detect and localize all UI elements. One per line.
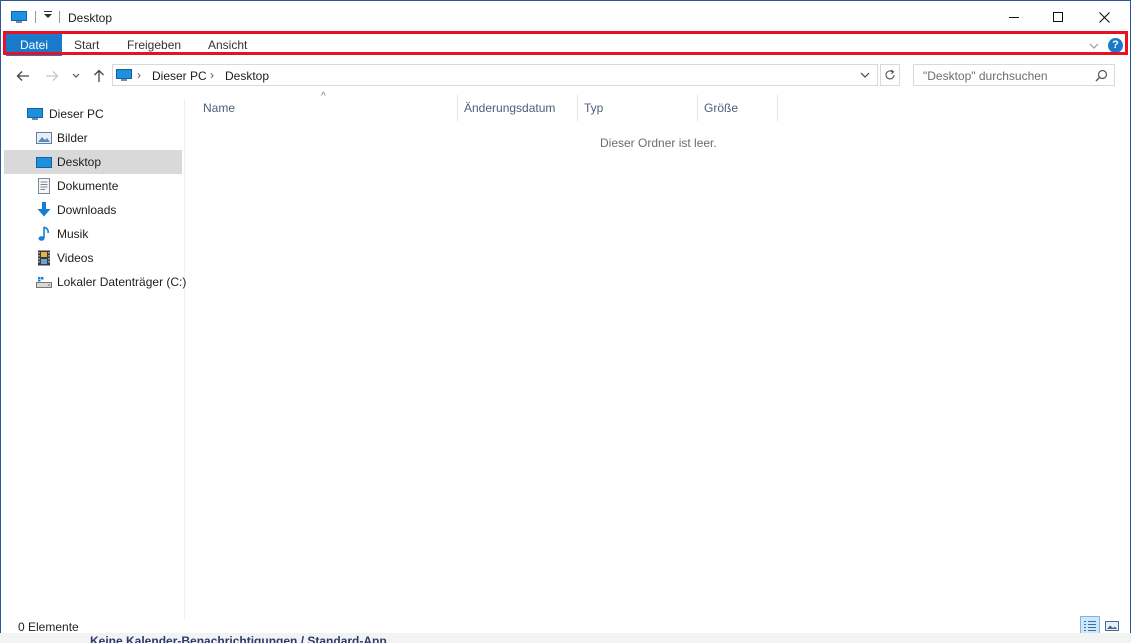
tab-freigeben[interactable]: Freigeben (127, 34, 181, 56)
title-separator (59, 11, 60, 23)
search-placeholder: "Desktop" durchsuchen (923, 69, 1048, 83)
pc-icon[interactable] (11, 11, 27, 23)
column-divider[interactable] (697, 95, 698, 121)
forward-arrow-icon (46, 71, 59, 81)
file-list-area[interactable] (185, 93, 1129, 619)
column-divider[interactable] (777, 95, 778, 121)
details-view-icon (1084, 621, 1096, 631)
tab-start[interactable]: Start (74, 34, 99, 56)
refresh-icon (885, 69, 895, 80)
quick-access-separator (35, 11, 36, 23)
breadcrumb-dieser-pc[interactable]: Dieser PC (152, 69, 207, 83)
search-input[interactable]: "Desktop" durchsuchen (913, 64, 1115, 86)
close-icon (1098, 11, 1110, 23)
sidebar-item-label: Dieser PC (49, 107, 104, 121)
column-header-name[interactable]: Name (203, 101, 235, 115)
address-bar[interactable]: › Dieser PC › Desktop (112, 64, 878, 86)
sort-ascending-icon: ^ (321, 91, 326, 102)
sidebar-item-videos[interactable]: Videos (4, 246, 182, 270)
sidebar-item-lokaler-datentraeger[interactable]: Lokaler Datenträger (C:) (4, 270, 186, 294)
sidebar-item-label: Bilder (57, 131, 88, 145)
downloads-icon (37, 202, 51, 217)
sidebar-item-bilder[interactable]: Bilder (4, 126, 182, 150)
breadcrumb-desktop[interactable]: Desktop (225, 69, 269, 83)
chevron-down-icon (72, 73, 80, 78)
pictures-icon (36, 132, 52, 144)
column-header-size[interactable]: Größe (704, 101, 738, 115)
address-history-dropdown-icon[interactable] (858, 68, 872, 82)
sidebar-item-label: Dokumente (57, 179, 119, 193)
navigation-pane: Dieser PC Bilder Desktop Dokumente Downl… (2, 99, 186, 619)
background-text: Keine Kalender-Benachrichtigungen / Stan… (90, 634, 387, 643)
close-button[interactable] (1081, 1, 1127, 33)
minimize-button[interactable] (991, 1, 1037, 33)
forward-button[interactable] (43, 68, 61, 84)
back-arrow-icon (16, 71, 29, 81)
window-title: Desktop (68, 11, 113, 25)
expand-ribbon-chevron-icon[interactable] (1087, 39, 1101, 53)
background-window-strip: Keine Kalender-Benachrichtigungen / Stan… (0, 633, 1131, 643)
sidebar-item-label: Videos (57, 251, 94, 265)
sidebar-item-musik[interactable]: Musik (4, 222, 182, 246)
pc-icon (116, 69, 132, 81)
empty-folder-message: Dieser Ordner ist leer. (600, 136, 717, 150)
back-button[interactable] (14, 68, 32, 84)
recent-locations-button[interactable] (67, 68, 85, 84)
sidebar-item-dokumente[interactable]: Dokumente (4, 174, 182, 198)
column-divider[interactable] (577, 95, 578, 121)
maximize-button[interactable] (1035, 1, 1081, 33)
up-arrow-icon (94, 69, 104, 82)
tab-datei[interactable]: Datei (6, 34, 63, 56)
breadcrumb-separator-icon[interactable]: › (137, 68, 141, 82)
pc-icon (27, 108, 43, 120)
up-button[interactable] (90, 68, 108, 84)
sidebar-item-label: Lokaler Datenträger (C:) (57, 275, 187, 289)
column-header-type[interactable]: Typ (584, 101, 603, 115)
column-divider[interactable] (457, 95, 458, 121)
sidebar-item-desktop[interactable]: Desktop (4, 150, 182, 174)
sidebar-item-label: Musik (57, 227, 89, 241)
help-icon[interactable]: ? (1108, 38, 1123, 53)
column-header-date[interactable]: Änderungsdatum (464, 101, 555, 115)
sidebar-item-downloads[interactable]: Downloads (4, 198, 182, 222)
explorer-window: Desktop Datei Start Freigeben Ansicht ? (0, 0, 1131, 643)
status-item-count: 0 Elemente (18, 620, 79, 634)
large-icons-view-icon (1105, 621, 1119, 631)
desktop-icon (36, 157, 52, 168)
search-icon[interactable] (1095, 69, 1108, 82)
music-icon (38, 226, 49, 241)
minimize-icon (1009, 17, 1019, 18)
sidebar-item-dieser-pc[interactable]: Dieser PC (4, 102, 182, 126)
videos-icon (38, 250, 50, 266)
drive-icon (36, 277, 52, 288)
refresh-button[interactable] (880, 64, 900, 86)
tab-ansicht[interactable]: Ansicht (208, 34, 247, 56)
sidebar-item-label: Desktop (57, 155, 102, 169)
documents-icon (38, 178, 50, 194)
maximize-icon (1053, 12, 1063, 22)
breadcrumb-separator-icon[interactable]: › (210, 68, 214, 82)
quick-access-dropdown-icon[interactable] (43, 10, 53, 24)
title-bar: Desktop (1, 1, 1130, 33)
sidebar-item-label: Downloads (57, 203, 117, 217)
